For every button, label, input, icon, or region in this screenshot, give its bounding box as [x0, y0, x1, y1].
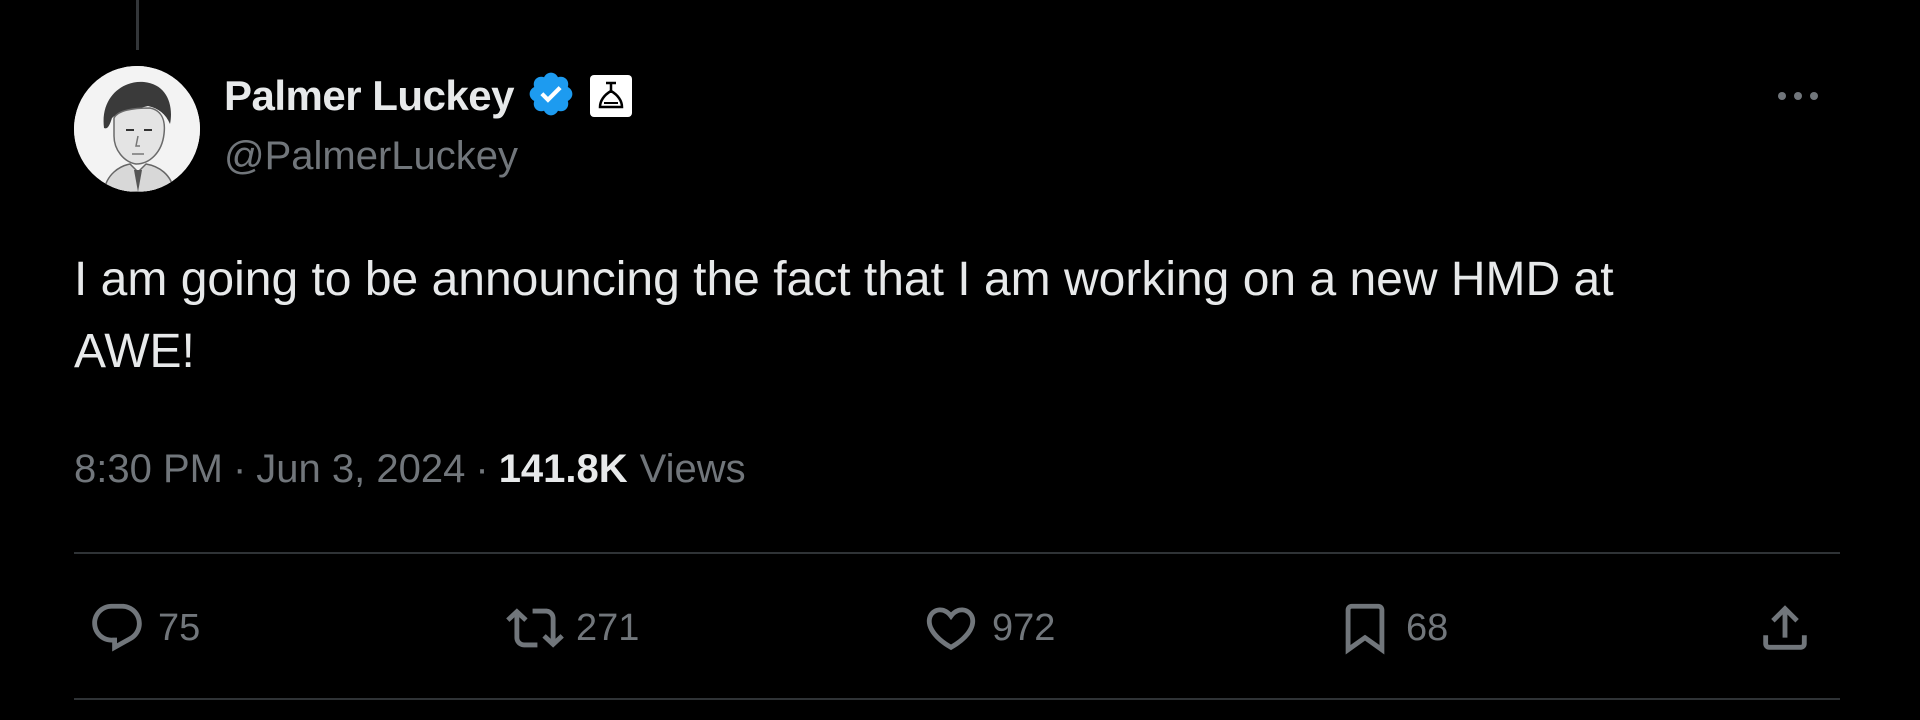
views-label: Views — [639, 446, 746, 491]
separator-dot: · — [475, 446, 489, 491]
bookmark-icon — [1345, 603, 1385, 655]
reply-button[interactable]: 75 — [88, 596, 200, 660]
divider-top — [74, 552, 1840, 554]
verified-badge-icon — [524, 69, 576, 124]
views-count[interactable]: 141.8K — [499, 447, 628, 492]
author-handle[interactable]: @PalmerLuckey — [224, 134, 518, 179]
reply-count: 75 — [158, 606, 201, 649]
divider-bottom — [74, 698, 1840, 700]
heart-icon — [926, 607, 976, 651]
share-icon — [1763, 605, 1807, 650]
tweet-date[interactable]: Jun 3, 2024 — [256, 447, 465, 492]
retweet-button[interactable]: 271 — [506, 596, 639, 660]
tweet-text: I am going to be announcing the fact tha… — [74, 253, 1614, 378]
author-display-name[interactable]: Palmer Luckey — [224, 72, 515, 120]
bookmark-count: 68 — [1406, 606, 1449, 649]
like-count: 972 — [992, 606, 1056, 649]
bookmark-button[interactable]: 68 — [1336, 596, 1448, 660]
tweet-actions-bar: 75 271 972 68 — [74, 596, 1840, 660]
share-button[interactable] — [1756, 596, 1814, 660]
retweet-count: 271 — [576, 606, 640, 649]
author-name-row: Palmer Luckey — [224, 68, 633, 124]
affiliation-badge-icon[interactable] — [590, 75, 633, 117]
retweet-icon — [506, 608, 564, 648]
tweet-metadata: 8:30 PM · Jun 3, 2024 · 141.8K Views — [74, 442, 746, 496]
reply-icon — [92, 603, 142, 652]
tweet-time[interactable]: 8:30 PM — [74, 447, 223, 492]
separator-dot: · — [232, 446, 247, 491]
more-horizontal-icon — [1778, 92, 1818, 100]
tweet: Palmer Luckey @PalmerLuckey I am going t… — [0, 0, 1920, 720]
like-button[interactable]: 972 — [922, 596, 1055, 660]
avatar[interactable] — [74, 66, 200, 192]
more-options-button[interactable] — [1766, 76, 1830, 116]
